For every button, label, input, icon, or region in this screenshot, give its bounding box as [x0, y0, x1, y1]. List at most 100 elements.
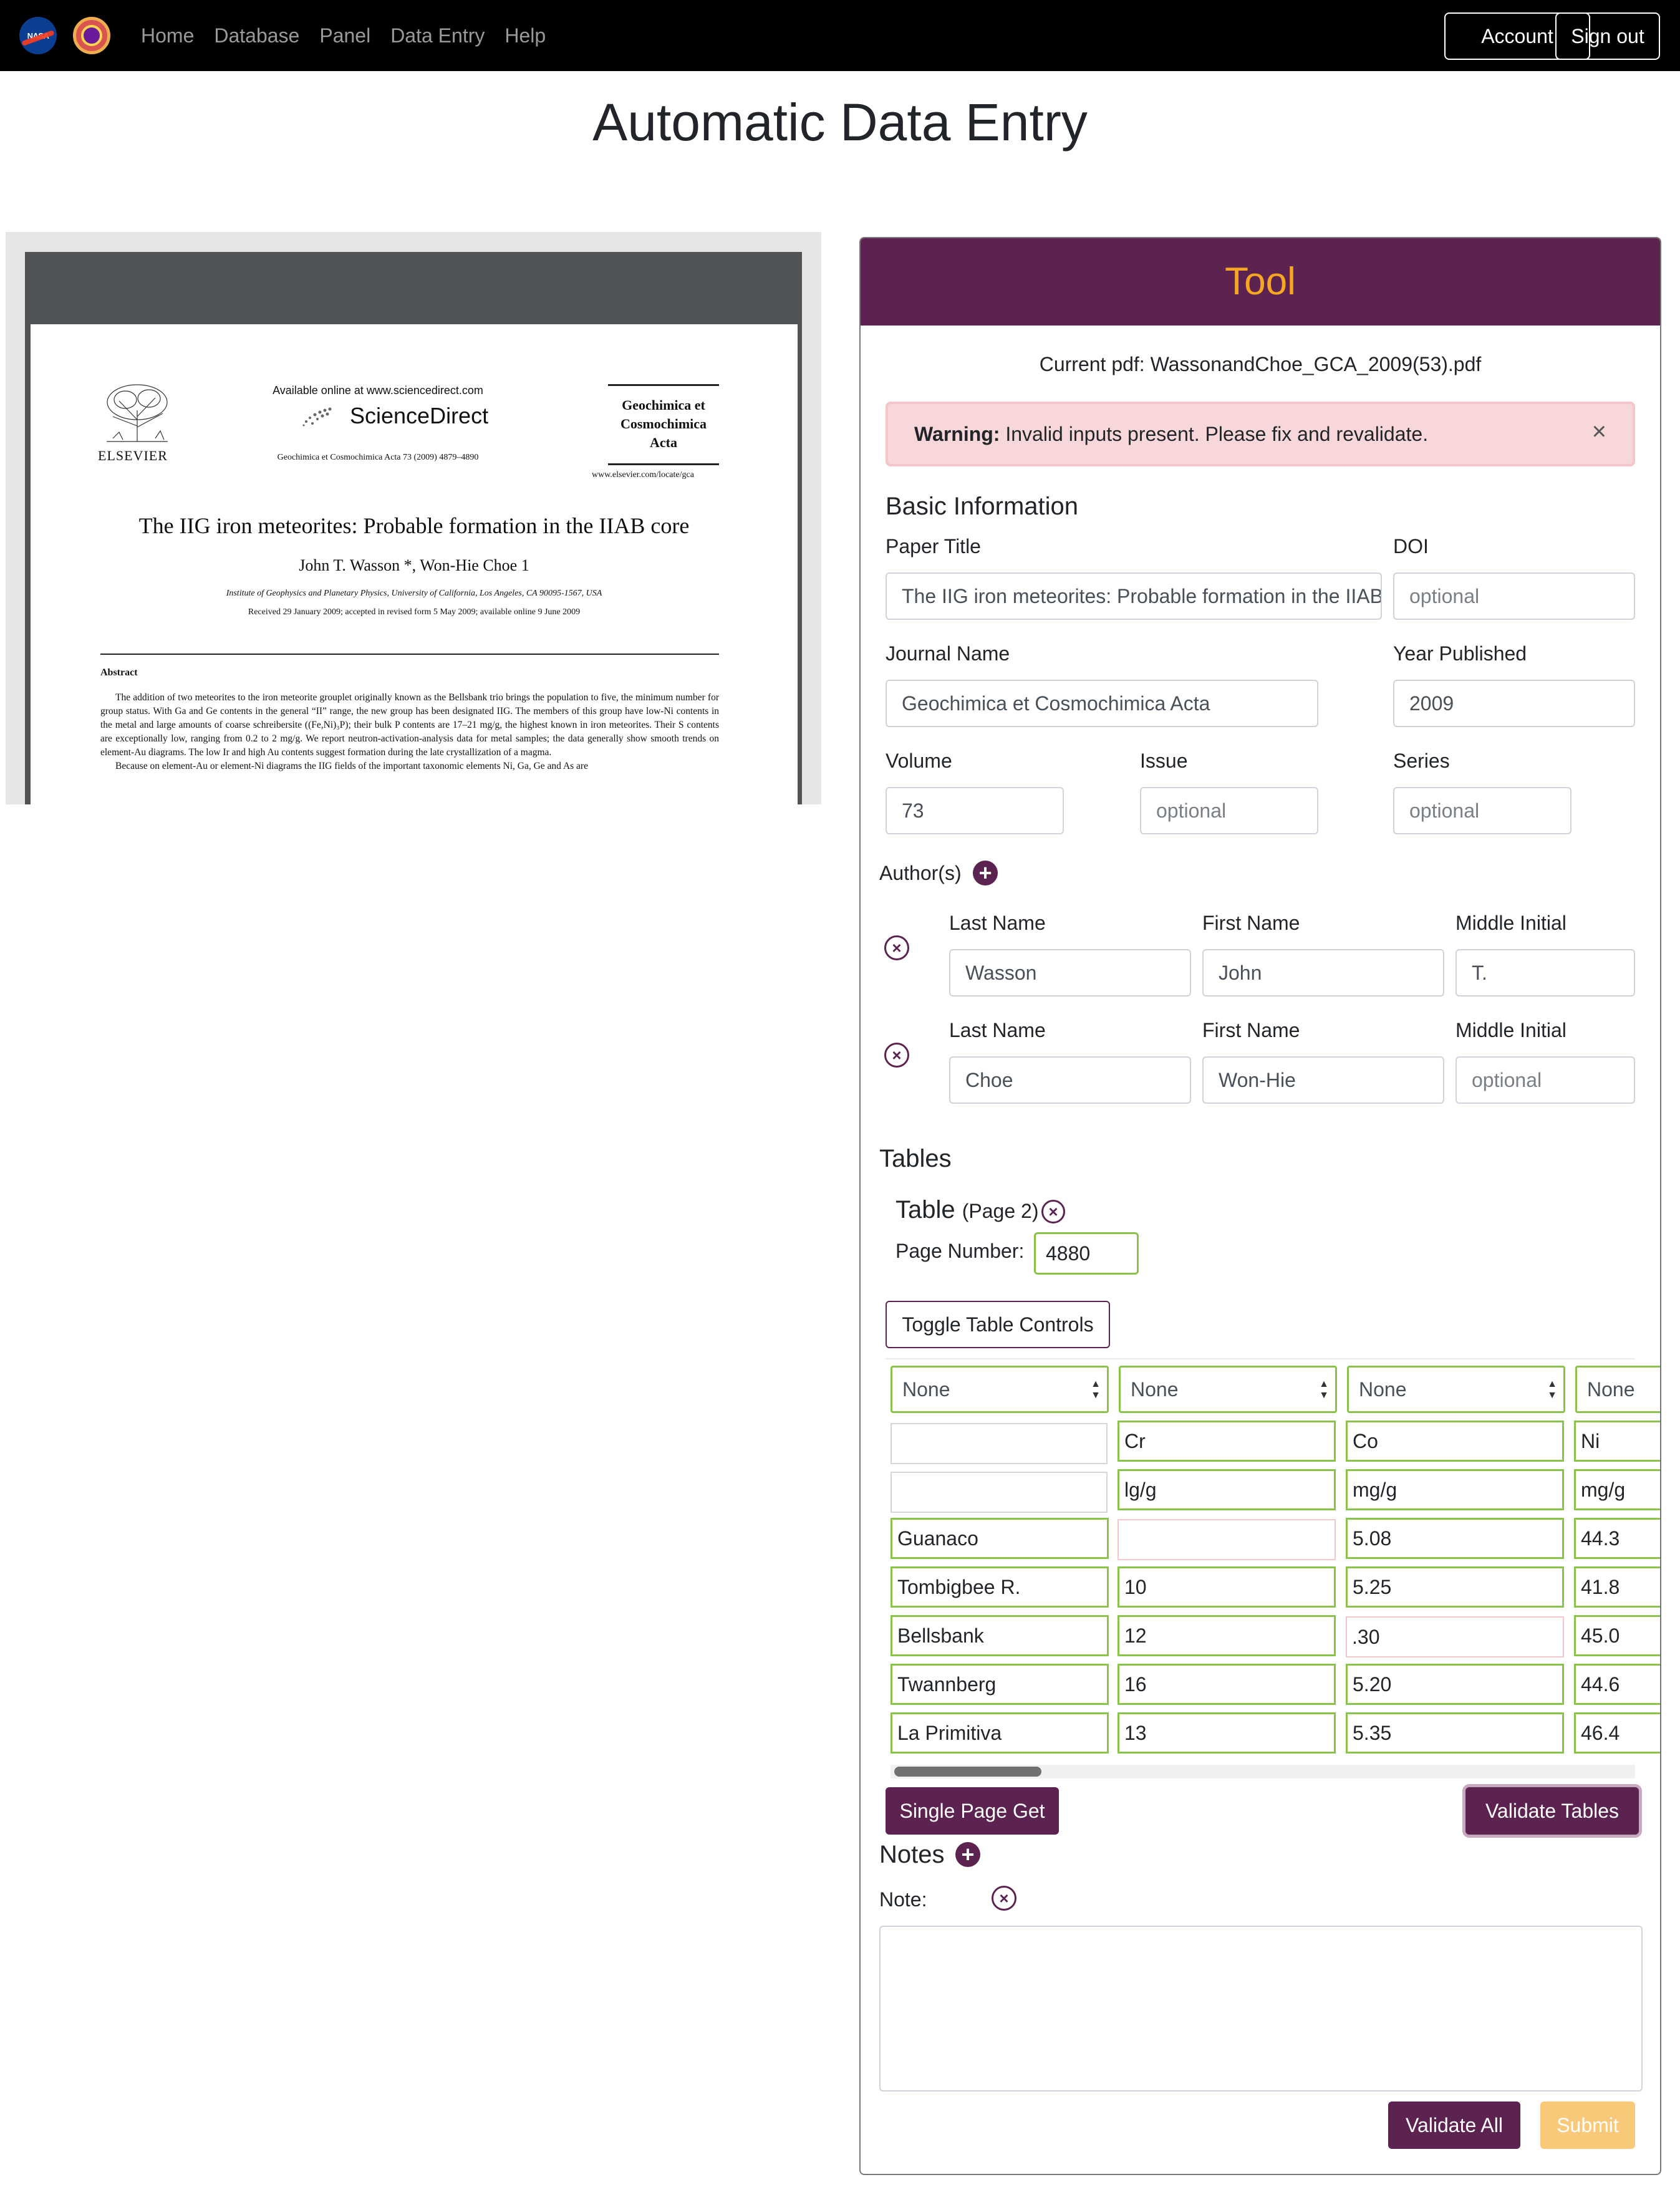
author-middle-initial-input[interactable]: T.	[1456, 949, 1635, 996]
table-horizontal-scrollbar[interactable]	[891, 1765, 1635, 1778]
nasa-logo[interactable]: NASA	[19, 17, 57, 54]
table-cell[interactable]	[891, 1423, 1108, 1464]
volume-input[interactable]: 73	[886, 787, 1064, 834]
select-arrows-icon: ▲ ▼	[1319, 1379, 1329, 1401]
author-first-name-input[interactable]: Won-Hie	[1202, 1056, 1444, 1104]
authors-label: Author(s)	[879, 862, 962, 884]
pdf-abstract-para: The addition of two meteorites to the ir…	[100, 692, 719, 758]
gca-logo: Geochimica et Cosmochimica Acta	[608, 384, 719, 465]
column-type-select[interactable]: None ▲▼	[891, 1366, 1109, 1413]
column-type-select[interactable]: None ▲▼	[1119, 1366, 1337, 1413]
sciencedirect-logo: ScienceDirect	[350, 403, 489, 428]
table-cell[interactable]: 5.20	[1346, 1664, 1564, 1705]
table-cell[interactable]: Cr	[1118, 1421, 1336, 1462]
author-last-name-input[interactable]: Choe	[949, 1056, 1191, 1104]
column-type-select[interactable]: None▲▼	[1575, 1366, 1660, 1413]
series-label: Series	[1393, 750, 1450, 772]
nav-data-entry[interactable]: Data Entry	[390, 24, 485, 47]
table-cell[interactable]: Bellsbank	[891, 1615, 1109, 1656]
paper-title-label: Paper Title	[886, 535, 981, 557]
tool-panel: Tool Current pdf: WassonandChoe_GCA_2009…	[859, 237, 1661, 2175]
table-cell[interactable]: Twannberg	[891, 1664, 1109, 1705]
column-type-select[interactable]: None▲▼	[1347, 1366, 1565, 1413]
table-cell[interactable]: 45.0	[1574, 1615, 1660, 1656]
table-cell[interactable]: Ni	[1574, 1421, 1660, 1462]
remove-table-icon[interactable]: ×	[1041, 1200, 1065, 1223]
table-cell[interactable]: 12	[1118, 1615, 1336, 1656]
table-cell[interactable]: mg/g	[1574, 1469, 1660, 1510]
page-number-input[interactable]: 4880	[1034, 1232, 1139, 1275]
table-grid[interactable]: None▲▼ None▲▼ None▲▼ None▲▼ Cr Co Ni lg/…	[891, 1361, 1660, 1757]
scrollbar-thumb[interactable]	[894, 1767, 1041, 1777]
issue-input[interactable]: optional	[1140, 787, 1318, 834]
table-cell[interactable]: 16	[1118, 1664, 1336, 1705]
add-note-icon[interactable]: +	[955, 1842, 980, 1867]
select-value: None	[1131, 1378, 1179, 1401]
author-last-name-input[interactable]: Wasson	[949, 949, 1191, 996]
series-input[interactable]: optional	[1393, 787, 1571, 834]
table-cell[interactable]: Co	[1346, 1421, 1564, 1462]
pdf-page: ELSEVIER Available online at www.science…	[31, 324, 798, 804]
table-cell[interactable]: 46.4	[1574, 1712, 1660, 1754]
doi-input[interactable]: optional	[1393, 572, 1635, 620]
table-cell[interactable]	[891, 1472, 1108, 1513]
table-cell[interactable]: mg/g	[1346, 1469, 1564, 1510]
table-cell[interactable]: lg/g	[1118, 1469, 1336, 1510]
note-label: Note:	[879, 1888, 927, 1911]
middle-initial-label: Middle Initial	[1456, 1019, 1567, 1041]
table-cell[interactable]: Guanaco	[891, 1518, 1109, 1559]
alert-text: Invalid inputs present. Please fix and r…	[1000, 422, 1429, 445]
author-first-name-input[interactable]: John	[1202, 949, 1444, 996]
select-arrows-icon: ▲ ▼	[1091, 1379, 1101, 1401]
sciencedirect-dots-icon	[302, 407, 332, 427]
add-author-icon[interactable]: +	[973, 861, 998, 885]
table-cell[interactable]: 44.3	[1574, 1518, 1660, 1559]
author-middle-initial-input[interactable]: optional	[1456, 1056, 1635, 1104]
table-heading: Table (Page 2)	[896, 1196, 1038, 1224]
note-textarea[interactable]	[879, 1926, 1643, 2092]
project-logo[interactable]	[73, 17, 110, 54]
warning-alert: Warning: Invalid inputs present. Please …	[886, 402, 1635, 466]
table-cell[interactable]: 41.8	[1574, 1566, 1660, 1608]
remove-note-icon[interactable]: ×	[992, 1886, 1016, 1911]
single-page-get-button[interactable]: Single Page Get	[886, 1787, 1059, 1835]
table-cell[interactable]: 10	[1118, 1566, 1336, 1608]
nav-help[interactable]: Help	[504, 24, 546, 47]
table-divider	[886, 1358, 1635, 1359]
nav-home[interactable]: Home	[141, 24, 194, 47]
table-cell-invalid[interactable]	[1118, 1519, 1336, 1560]
table-cell[interactable]: Tombigbee R.	[891, 1566, 1109, 1608]
middle-initial-label: Middle Initial	[1456, 912, 1567, 934]
remove-author-icon[interactable]: ×	[884, 1043, 909, 1068]
paper-title-input[interactable]: The IIG iron meteorites: Probable format…	[886, 572, 1382, 620]
table-cell[interactable]: 44.6	[1574, 1664, 1660, 1705]
pdf-abstract-para: Because on element-Au or element-Ni diag…	[115, 761, 588, 771]
pdf-received-dates: Received 29 January 2009; accepted in re…	[248, 607, 581, 617]
table-cell-invalid[interactable]: .30	[1346, 1616, 1564, 1658]
close-icon[interactable]: ×	[1592, 418, 1606, 446]
journal-name-input[interactable]: Geochimica et Cosmochimica Acta	[886, 680, 1318, 727]
doi-label: DOI	[1393, 535, 1429, 557]
validate-tables-button[interactable]: Validate Tables	[1465, 1787, 1639, 1835]
gca-logo-line: Acta	[650, 435, 677, 450]
table-page-note: (Page 2)	[962, 1200, 1039, 1222]
nav-database[interactable]: Database	[214, 24, 299, 47]
pdf-viewer[interactable]: ELSEVIER Available online at www.science…	[6, 232, 821, 804]
submit-button[interactable]: Submit	[1540, 2101, 1635, 2149]
sign-out-button[interactable]: Sign out	[1555, 12, 1660, 60]
nav-panel[interactable]: Panel	[319, 24, 370, 47]
toggle-table-controls-button[interactable]: Toggle Table Controls	[886, 1301, 1110, 1348]
select-value: None	[902, 1378, 950, 1401]
table-cell[interactable]: 5.25	[1346, 1566, 1564, 1608]
table-cell[interactable]: La Primitiva	[891, 1712, 1109, 1754]
current-pdf-label: Current pdf: WassonandChoe_GCA_2009(53).…	[1039, 353, 1482, 375]
remove-author-icon[interactable]: ×	[884, 935, 909, 960]
table-cell[interactable]: 13	[1118, 1712, 1336, 1754]
issue-label: Issue	[1140, 750, 1188, 772]
navbar: NASA Home Database Panel Data Entry Help…	[0, 0, 1680, 71]
tables-heading: Tables	[879, 1145, 952, 1172]
table-cell[interactable]: 5.35	[1346, 1712, 1564, 1754]
validate-all-button[interactable]: Validate All	[1388, 2101, 1520, 2149]
year-input[interactable]: 2009	[1393, 680, 1635, 727]
table-cell[interactable]: 5.08	[1346, 1518, 1564, 1559]
